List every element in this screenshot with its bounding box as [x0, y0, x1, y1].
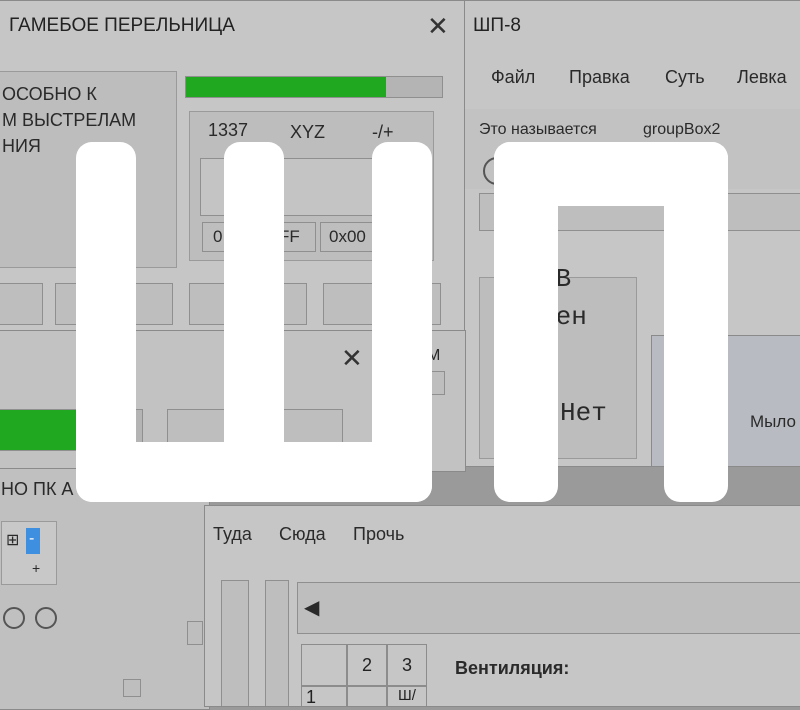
grid-row-header: 1: [301, 686, 347, 706]
side-label: Мыло: [750, 412, 796, 431]
tab-xyz[interactable]: XYZ: [290, 122, 325, 143]
group-box-header: Это называется groupBox2: [465, 109, 800, 189]
grid-header-2: 2: [347, 644, 387, 686]
close-icon[interactable]: ✕: [427, 13, 449, 39]
vertical-scrollbar-1[interactable]: [221, 580, 249, 706]
window-title-shp8: ШП-8: [473, 15, 521, 36]
vertical-scrollbar-2[interactable]: [265, 580, 289, 706]
grid-cell-1[interactable]: [347, 686, 387, 706]
wide-button[interactable]: [479, 193, 800, 231]
window-lower-right: Туда Сюда Прочь ◀ 2 3 1 Ш/ Вентиляция:: [204, 505, 800, 707]
tab-panel: 1337 XYZ -/+ 0 FF 0x00: [189, 111, 434, 261]
middle-button[interactable]: [167, 409, 343, 451]
group-box-text: рВ рен Нет: [479, 264, 637, 459]
small-box[interactable]: [123, 679, 141, 697]
menu-here[interactable]: Сюда: [279, 524, 326, 545]
small-button[interactable]: [427, 371, 445, 395]
info-panel: ОСОБНО К М ВЫСТРЕЛАМ НИЯ: [0, 71, 177, 268]
menu-essence[interactable]: Суть: [665, 67, 705, 88]
bottom-button-3[interactable]: [189, 283, 307, 325]
radio-button[interactable]: [483, 157, 511, 185]
radio-1[interactable]: [3, 607, 25, 629]
window-gameboe: ГАМЕБОЕ ПЕРЕЛЬНИЦА ✕ ОСОБНО К М ВЫСТРЕЛА…: [0, 0, 466, 332]
progress-fill: [186, 77, 386, 97]
label-called: Это называется: [479, 121, 597, 138]
menu-away[interactable]: Прочь: [353, 524, 404, 545]
tree-expand-icon[interactable]: ⊞: [6, 530, 19, 550]
tree-view[interactable]: ⊞ - +: [1, 521, 57, 585]
grid-cell-2[interactable]: Ш/: [387, 686, 427, 706]
menu-edit[interactable]: Правка: [569, 67, 630, 88]
field-hex[interactable]: 0x00: [320, 222, 430, 252]
progress-bar: [185, 76, 443, 98]
tree-selected-node[interactable]: -: [26, 528, 40, 554]
bottom-button-2[interactable]: [55, 283, 173, 325]
field-ff[interactable]: FF: [266, 222, 316, 252]
menu-levka[interactable]: Левка: [737, 67, 787, 88]
tab-plusminus[interactable]: -/+: [372, 122, 394, 143]
side-panel: Мыло: [651, 335, 800, 466]
small-letter: М: [427, 347, 441, 364]
data-grid[interactable]: 2 3 1 Ш/: [301, 644, 433, 706]
close-icon-middle[interactable]: ✕: [341, 345, 363, 371]
field-zero[interactable]: 0: [202, 222, 262, 252]
window-lower-left: НО ПК А ⊞ - +: [0, 468, 210, 710]
label-groupbox2: groupBox2: [643, 121, 721, 138]
scroll-left-arrow[interactable]: ◀: [304, 595, 319, 620]
horizontal-scrollbar[interactable]: ◀: [297, 582, 800, 634]
small-box-2[interactable]: [187, 621, 203, 645]
window-shp8: ШП-8 Файл Правка Суть Левка Это называет…: [464, 0, 800, 467]
progress-fill-2: [0, 410, 103, 450]
label-pk: НО ПК А: [1, 479, 74, 499]
radio-2[interactable]: [35, 607, 57, 629]
tab-1337[interactable]: 1337: [208, 120, 248, 141]
bottom-button-4[interactable]: [323, 283, 441, 325]
group-text-1: рВ: [540, 264, 572, 294]
tree-collapse-icon[interactable]: +: [32, 560, 40, 576]
grid-header-3: 3: [387, 644, 427, 686]
window-middle: ✕ М: [0, 330, 466, 472]
menu-there[interactable]: Туда: [213, 524, 252, 545]
progress-bar-2: [0, 409, 143, 451]
group-text-3: Нет: [560, 398, 607, 428]
info-line-1: ОСОБНО К: [2, 84, 97, 104]
grid-corner: [301, 644, 347, 686]
window-title: ГАМЕБОЕ ПЕРЕЛЬНИЦА: [9, 15, 235, 36]
info-line-2: М ВЫСТРЕЛАМ: [2, 110, 137, 130]
text-area[interactable]: [200, 158, 430, 216]
bottom-button-1[interactable]: [0, 283, 43, 325]
info-line-3: НИЯ: [2, 136, 41, 156]
group-text-2: рен: [540, 302, 587, 332]
ventilation-label: Вентиляция:: [455, 658, 570, 678]
menu-file[interactable]: Файл: [491, 67, 535, 88]
